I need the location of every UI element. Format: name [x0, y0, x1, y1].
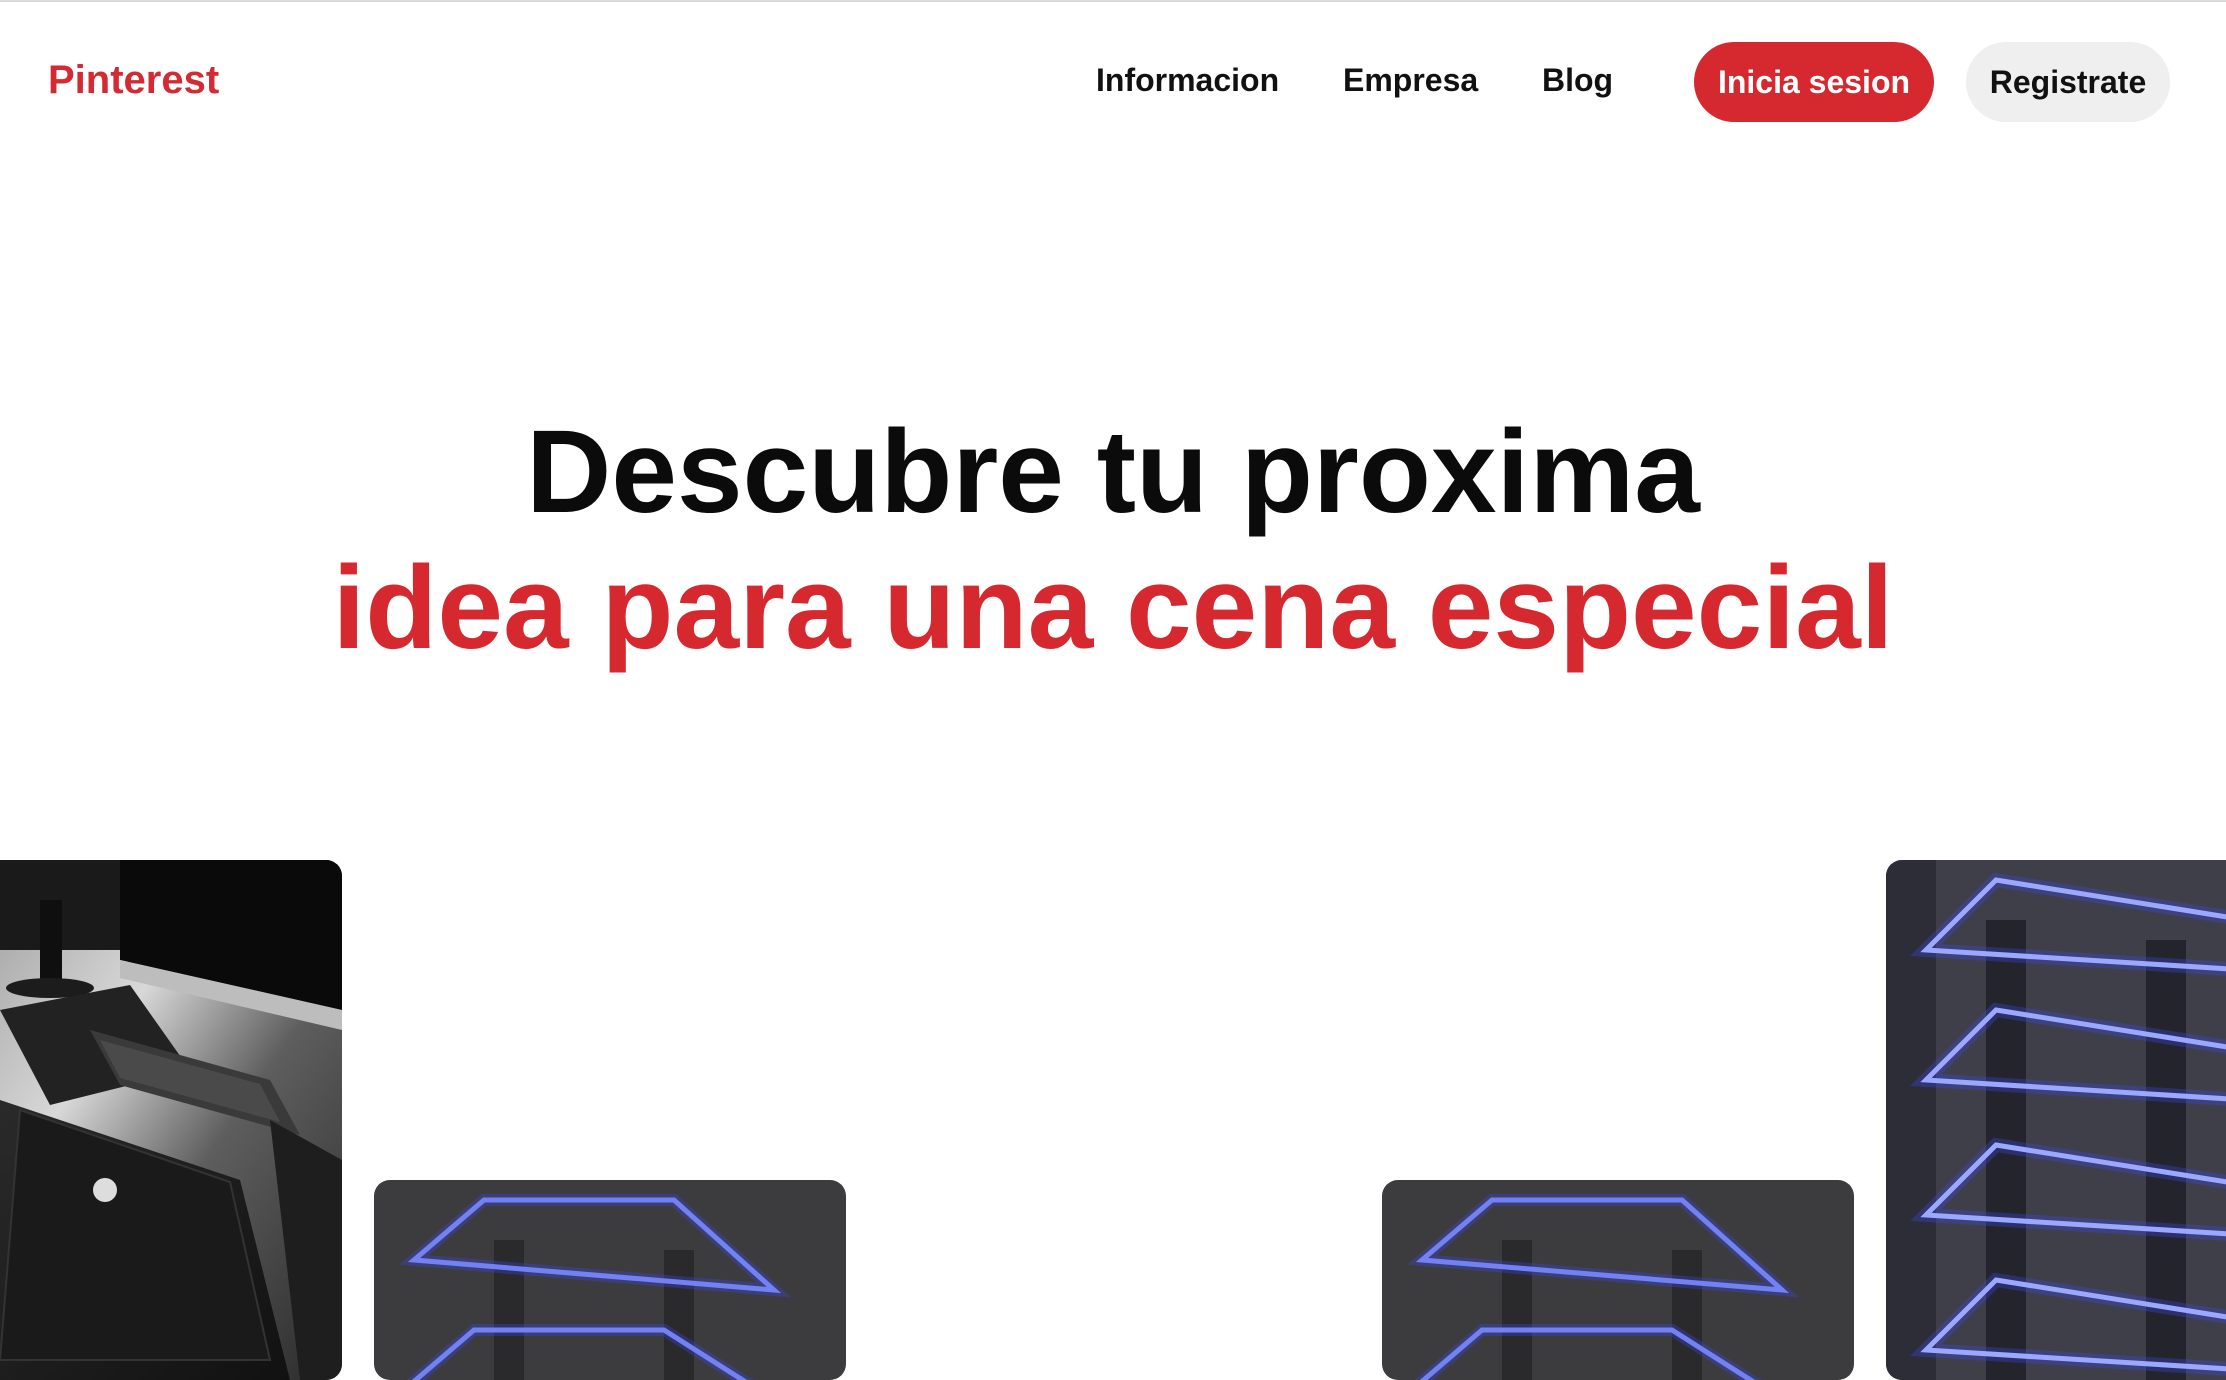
glowing-shelves-image — [1886, 860, 2226, 1380]
pin-card-glowing-shelves-1[interactable] — [374, 1180, 846, 1380]
nav-link-empresa[interactable]: Empresa — [1343, 62, 1478, 99]
login-button[interactable]: Inicia sesion — [1694, 42, 1934, 122]
pinterest-logo[interactable]: Pinterest — [48, 58, 219, 103]
signup-button[interactable]: Registrate — [1966, 42, 2170, 122]
hero-title-line-1: Descubre tu proxima — [526, 406, 1700, 538]
nav-link-blog[interactable]: Blog — [1542, 62, 1613, 99]
pin-card-laptop-desk[interactable] — [0, 860, 342, 1380]
top-nav-bar: Pinterest Informacion Empresa Blog Inici… — [0, 2, 2226, 162]
laptop-desk-image — [0, 860, 342, 1380]
glowing-shelves-image — [1382, 1180, 1854, 1380]
pin-card-glowing-shelves-3[interactable] — [1886, 860, 2226, 1380]
nav-link-informacion[interactable]: Informacion — [1096, 62, 1279, 99]
pin-card-glowing-shelves-2[interactable] — [1382, 1180, 1854, 1380]
hero-title-line-2: idea para una cena especial — [332, 542, 1894, 674]
glowing-shelves-image — [374, 1180, 846, 1380]
